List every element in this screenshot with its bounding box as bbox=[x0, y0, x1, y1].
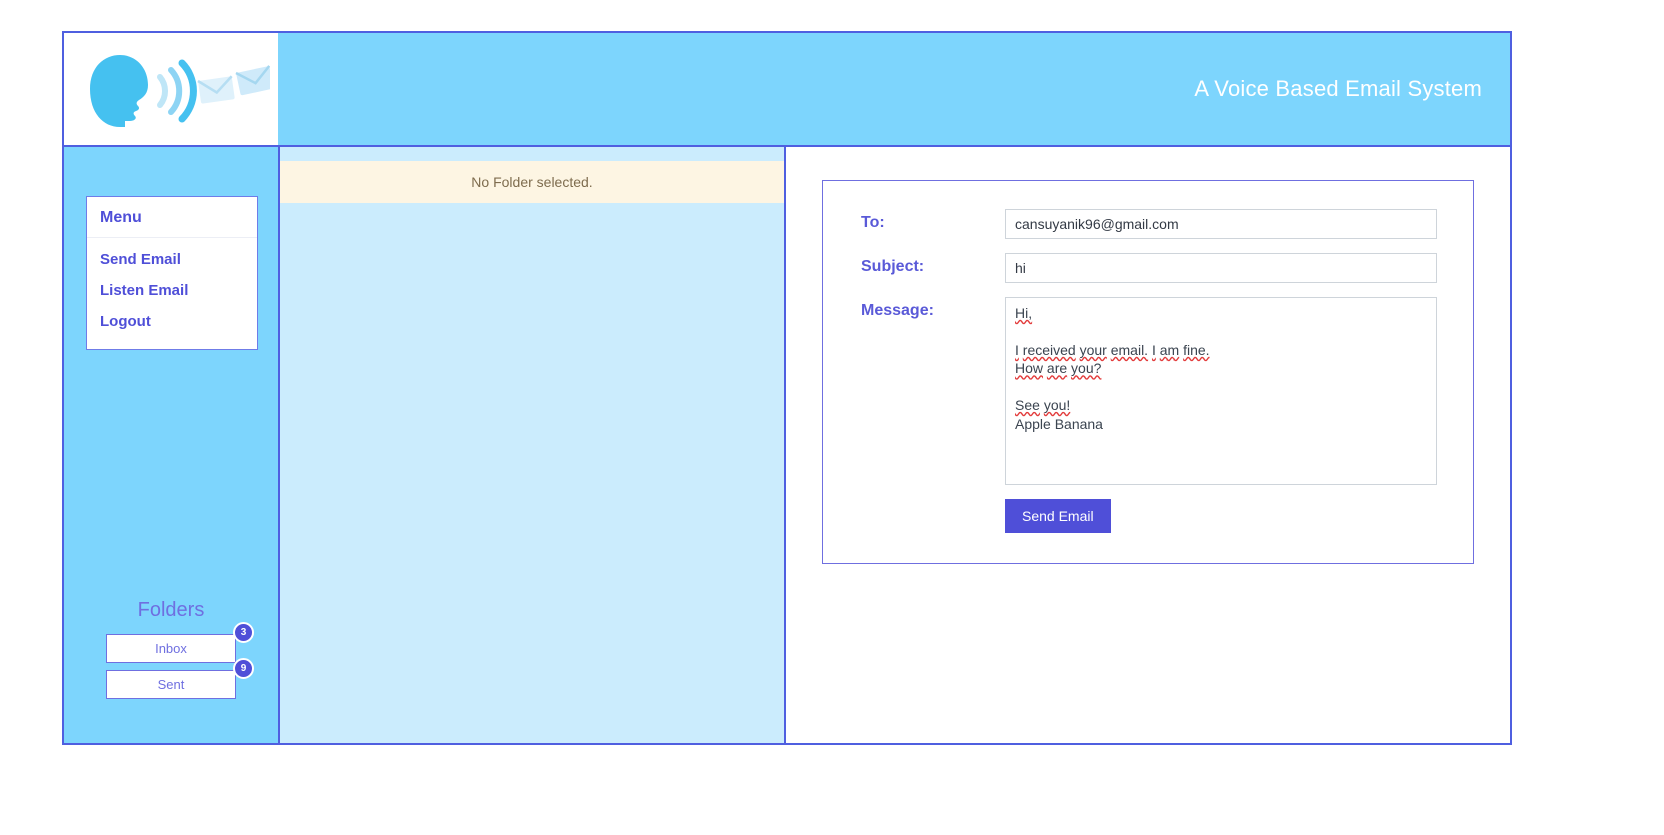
folder-badge-inbox: 3 bbox=[233, 622, 254, 643]
message-line: I received your email. I am fine. bbox=[1015, 341, 1210, 358]
sidebar-item-logout[interactable]: Logout bbox=[87, 306, 257, 337]
message-label: Message: bbox=[861, 302, 934, 319]
folder-button-inbox[interactable]: Inbox bbox=[106, 634, 236, 663]
app-header: A Voice Based Email System bbox=[64, 33, 1510, 147]
voice-email-logo-icon bbox=[80, 51, 270, 127]
folder-button-sent[interactable]: Sent bbox=[106, 670, 236, 699]
sidebar: Menu Send Email Listen Email Logout Fold… bbox=[64, 147, 280, 743]
sidebar-item-send-email[interactable]: Send Email bbox=[87, 244, 257, 275]
message-line bbox=[1015, 322, 1427, 340]
app-window: A Voice Based Email System Menu Send Ema… bbox=[62, 31, 1512, 745]
folder-sent-wrap: Sent 9 bbox=[106, 658, 254, 699]
page-title: A Voice Based Email System bbox=[1194, 76, 1482, 101]
to-input[interactable] bbox=[1005, 209, 1437, 239]
message-line: Apple Banana bbox=[1015, 415, 1103, 432]
logo-cell bbox=[64, 33, 280, 145]
app-body: Menu Send Email Listen Email Logout Fold… bbox=[64, 147, 1510, 743]
send-email-button[interactable]: Send Email bbox=[1005, 499, 1111, 533]
message-line: How are you? bbox=[1015, 360, 1102, 377]
folders-title: Folders bbox=[137, 599, 205, 621]
message-line bbox=[1015, 378, 1427, 396]
header-title-cell: A Voice Based Email System bbox=[280, 33, 1510, 145]
folders-section: Folders Inbox 3 Sent 9 bbox=[64, 599, 278, 706]
subject-input[interactable] bbox=[1005, 253, 1437, 283]
subject-label: Subject: bbox=[861, 258, 925, 275]
message-line: See you! bbox=[1015, 397, 1071, 414]
no-folder-selected-alert: No Folder selected. bbox=[280, 161, 784, 203]
compose-pane: To: Subject: Message: Hi, I received you… bbox=[786, 147, 1510, 743]
subject-row: Subject: bbox=[861, 253, 1437, 283]
folder-list-pane: No Folder selected. bbox=[280, 147, 786, 743]
menu-card: Menu Send Email Listen Email Logout bbox=[86, 196, 258, 350]
folder-badge-sent: 9 bbox=[233, 658, 254, 679]
send-email-row: Send Email bbox=[861, 499, 1437, 533]
sidebar-item-listen-email[interactable]: Listen Email bbox=[87, 275, 257, 306]
compose-form: To: Subject: Message: Hi, I received you… bbox=[822, 180, 1474, 564]
message-textarea[interactable]: Hi, I received your email. I am fine. How… bbox=[1005, 297, 1437, 485]
to-row: To: bbox=[861, 209, 1437, 239]
menu-heading: Menu bbox=[87, 207, 257, 238]
message-row: Message: Hi, I received your email. I am… bbox=[861, 297, 1437, 485]
to-label: To: bbox=[861, 214, 885, 231]
folder-inbox-wrap: Inbox 3 bbox=[106, 622, 254, 663]
message-line: Hi, bbox=[1015, 305, 1033, 321]
